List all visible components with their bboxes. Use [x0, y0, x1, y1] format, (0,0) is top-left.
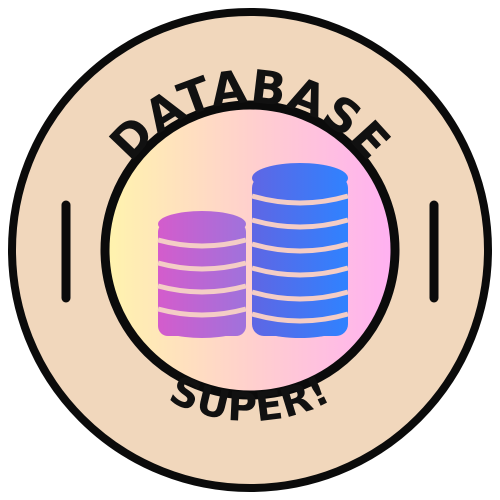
large-database-stack-icon: [251, 163, 349, 338]
small-database-stack-icon: [157, 211, 247, 338]
database-super-badge: DATABASE SUPER!: [8, 8, 492, 492]
